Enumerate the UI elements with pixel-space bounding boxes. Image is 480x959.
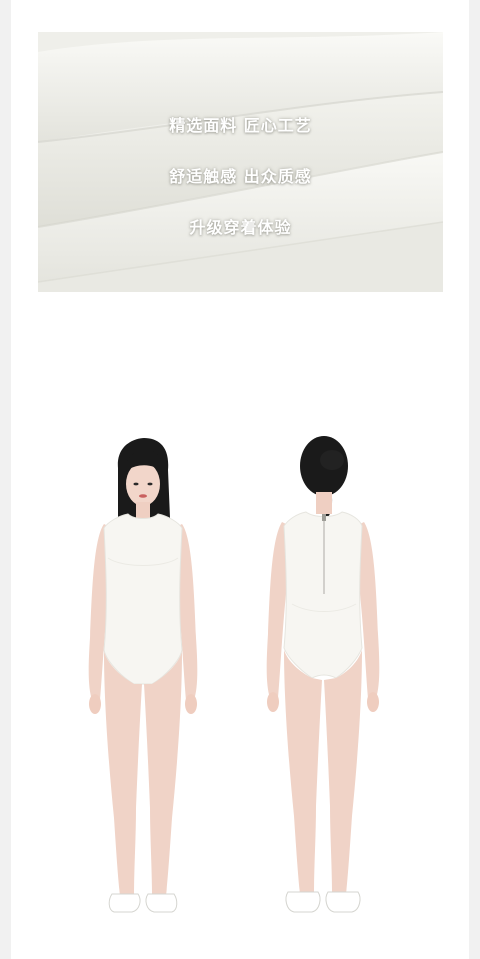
fabric-tagline-2: 舒适触感 出众质感	[169, 167, 312, 186]
fabric-tagline-1: 精选面料 匠心工艺	[169, 116, 312, 135]
model-front-view	[82, 438, 204, 914]
model-back-figure	[266, 436, 380, 913]
model-back-view	[262, 434, 384, 914]
fabric-tagline-3: 升级穿着体验	[189, 218, 292, 237]
fabric-texture-image	[38, 32, 443, 292]
fabric-closeup-banner: 精选面料 匠心工艺 舒适触感 出众质感 升级穿着体验	[38, 32, 443, 292]
model-front-figure	[88, 438, 198, 913]
